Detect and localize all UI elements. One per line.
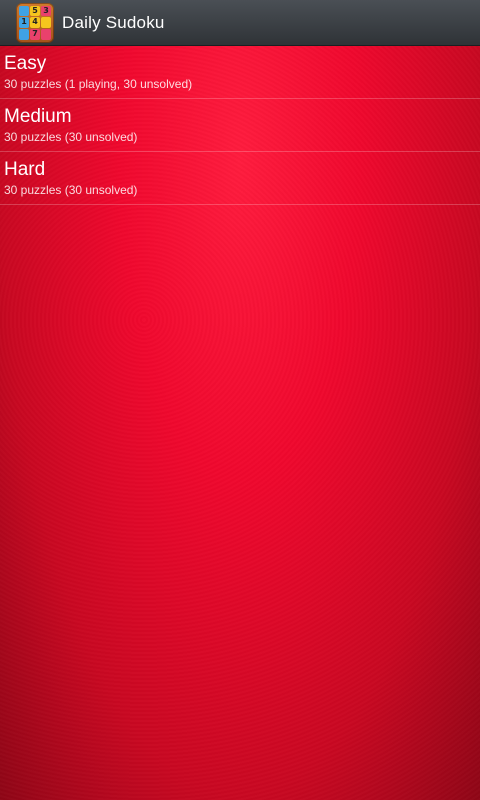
difficulty-list: Easy 30 puzzles (1 playing, 30 unsolved)… bbox=[0, 46, 480, 205]
icon-cell: 1 bbox=[19, 17, 29, 28]
difficulty-title: Medium bbox=[4, 105, 72, 127]
difficulty-title: Easy bbox=[4, 52, 47, 74]
action-bar: 5 3 1 4 7 Daily Sudoku bbox=[0, 0, 480, 46]
icon-cell bbox=[19, 5, 29, 17]
icon-cell: 7 bbox=[30, 28, 40, 40]
sudoku-app-icon[interactable]: 5 3 1 4 7 bbox=[16, 2, 54, 43]
difficulty-subtitle: 30 puzzles (30 unsolved) bbox=[4, 182, 138, 197]
icon-cell: 3 bbox=[41, 5, 51, 17]
icon-cell: 4 bbox=[30, 17, 40, 28]
app-title: Daily Sudoku bbox=[62, 12, 165, 32]
difficulty-item-medium[interactable]: Medium 30 puzzles (30 unsolved) bbox=[0, 99, 480, 152]
icon-cell bbox=[19, 28, 29, 40]
difficulty-subtitle: 30 puzzles (1 playing, 30 unsolved) bbox=[4, 76, 193, 91]
icon-cell: 5 bbox=[30, 5, 40, 17]
difficulty-item-easy[interactable]: Easy 30 puzzles (1 playing, 30 unsolved) bbox=[0, 46, 480, 99]
difficulty-subtitle: 30 puzzles (30 unsolved) bbox=[4, 129, 138, 144]
icon-cell bbox=[41, 17, 51, 28]
icon-cell bbox=[41, 28, 51, 40]
difficulty-item-hard[interactable]: Hard 30 puzzles (30 unsolved) bbox=[0, 152, 480, 205]
difficulty-title: Hard bbox=[4, 158, 46, 180]
